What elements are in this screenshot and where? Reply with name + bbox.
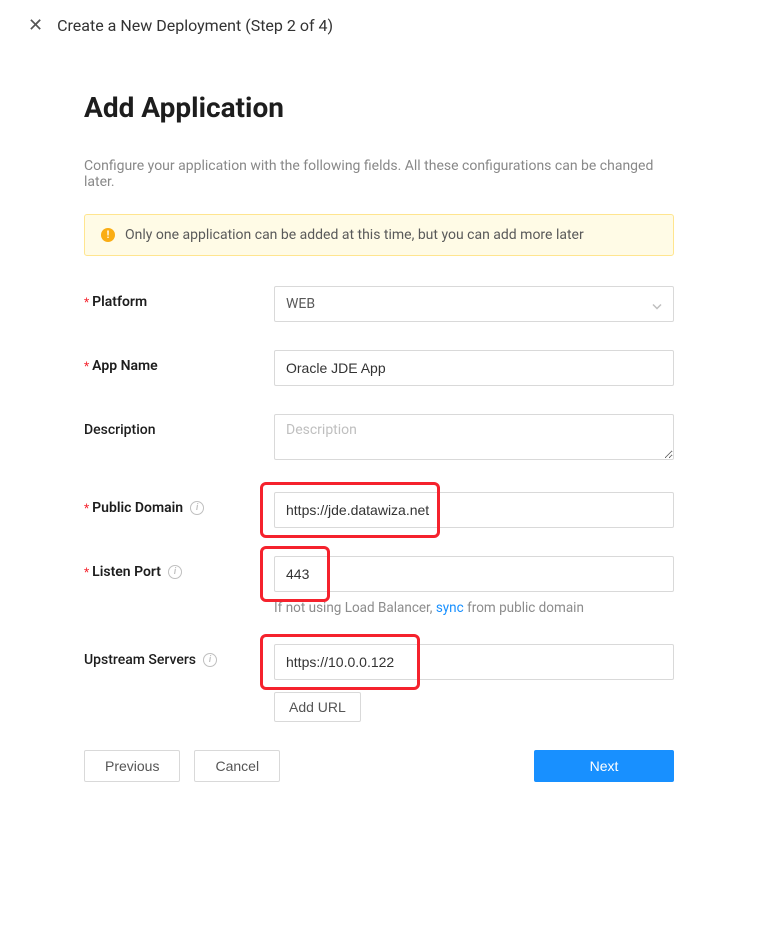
listen-port-hint: If not using Load Balancer, sync from pu… — [274, 600, 674, 616]
page-title: Add Application — [84, 91, 674, 124]
platform-value: WEB — [286, 296, 315, 312]
app-name-input[interactable] — [274, 350, 674, 386]
field-platform: * Platform WEB — [84, 286, 674, 322]
label-description: Description — [84, 414, 274, 438]
description-textarea[interactable] — [274, 414, 674, 460]
listen-port-input[interactable] — [274, 556, 674, 592]
dialog-footer: Previous Cancel Next — [84, 750, 674, 782]
alert-text: Only one application can be added at thi… — [125, 227, 584, 243]
required-marker: * — [84, 359, 89, 373]
label-listen-port: * Listen Port i — [84, 556, 274, 580]
dialog-title: Create a New Deployment (Step 2 of 4) — [57, 16, 333, 35]
required-marker: * — [84, 295, 89, 309]
warning-icon: ! — [101, 228, 115, 242]
label-public-domain: * Public Domain i — [84, 492, 274, 516]
info-icon[interactable]: i — [190, 501, 204, 515]
close-icon[interactable]: ✕ — [28, 17, 43, 35]
field-listen-port: * Listen Port i If not using Load Balanc… — [84, 556, 674, 616]
alert-banner: ! Only one application can be added at t… — [84, 214, 674, 256]
field-upstream-servers: Upstream Servers i Add URL — [84, 644, 674, 722]
upstream-server-input[interactable] — [274, 644, 674, 680]
info-icon[interactable]: i — [168, 565, 182, 579]
label-upstream-servers: Upstream Servers i — [84, 644, 274, 668]
page-subtitle: Configure your application with the foll… — [84, 158, 674, 190]
next-button[interactable]: Next — [534, 750, 674, 782]
required-marker: * — [84, 565, 89, 579]
label-text-description: Description — [84, 422, 156, 438]
hint-prefix: If not using Load Balancer, — [274, 600, 436, 616]
platform-select[interactable]: WEB — [274, 286, 674, 322]
dialog-body: Add Application Configure your applicati… — [0, 51, 758, 782]
label-text-public-domain: Public Domain — [92, 500, 183, 516]
public-domain-input[interactable] — [274, 492, 674, 528]
label-text-upstream: Upstream Servers — [84, 652, 196, 668]
field-public-domain: * Public Domain i — [84, 492, 674, 528]
label-text-platform: Platform — [92, 294, 147, 310]
label-text-app-name: App Name — [92, 358, 158, 374]
label-text-listen-port: Listen Port — [92, 564, 161, 580]
cancel-button[interactable]: Cancel — [194, 750, 280, 782]
dialog-header: ✕ Create a New Deployment (Step 2 of 4) — [0, 0, 758, 51]
label-app-name: * App Name — [84, 350, 274, 374]
field-app-name: * App Name — [84, 350, 674, 386]
info-icon[interactable]: i — [203, 653, 217, 667]
sync-link[interactable]: sync — [436, 600, 464, 616]
hint-suffix: from public domain — [464, 600, 584, 616]
field-description: Description — [84, 414, 674, 464]
label-platform: * Platform — [84, 286, 274, 310]
previous-button[interactable]: Previous — [84, 750, 180, 782]
required-marker: * — [84, 501, 89, 515]
add-url-button[interactable]: Add URL — [274, 692, 361, 722]
